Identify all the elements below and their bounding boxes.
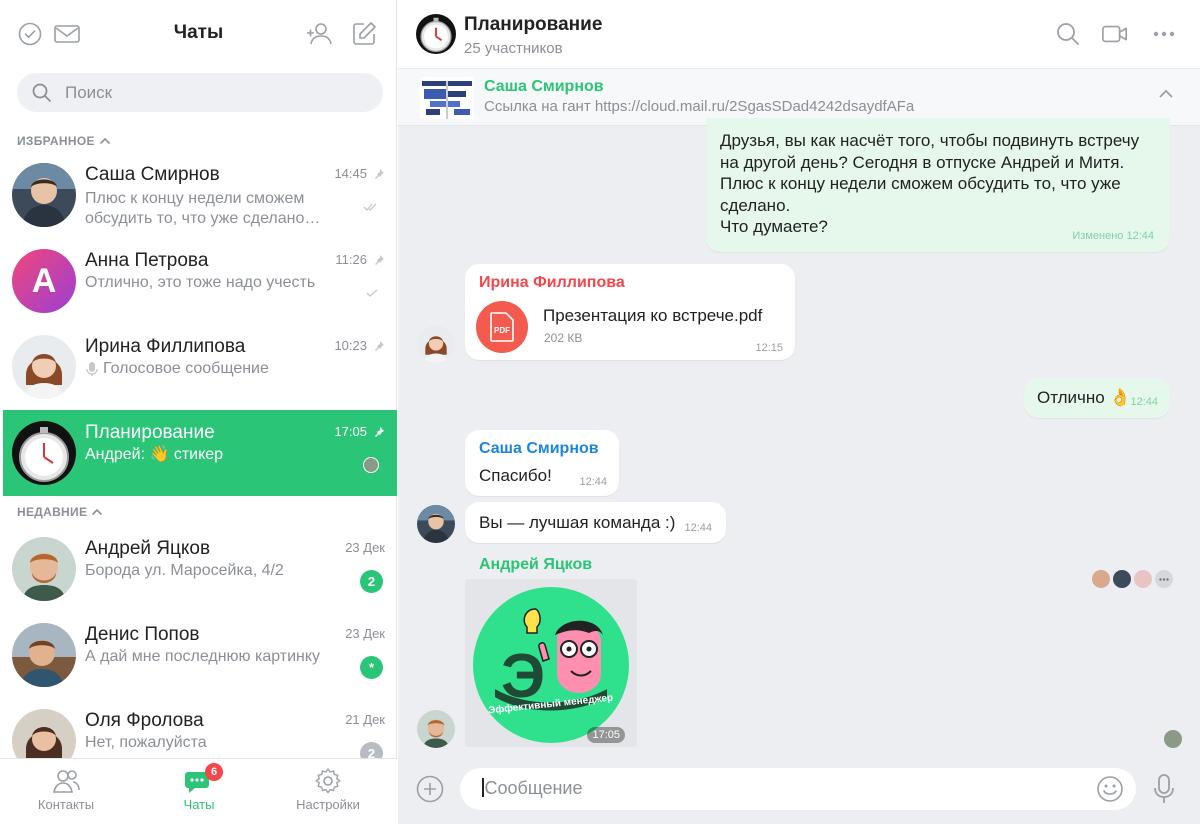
message-time: 12:15 — [755, 342, 783, 354]
plus-circle-icon — [416, 775, 444, 803]
sender-avatar[interactable] — [417, 505, 455, 543]
check-icon — [366, 289, 378, 297]
conversation-panel: Планирование 25 участников Саша Смирнов … — [398, 0, 1200, 824]
message-bubble-outgoing[interactable]: Отлично 👌 12:44 — [1024, 378, 1170, 418]
unread-badge: 2 — [360, 570, 383, 593]
message-author: Андрей Яцков — [479, 556, 593, 573]
pin-icon — [375, 340, 384, 351]
message-time: 12:44 — [684, 522, 712, 534]
sticker-message[interactable]: Э Эффективный менеджер 17:05 — [465, 579, 637, 747]
pin-icon — [375, 426, 384, 437]
pin-icon — [375, 254, 384, 265]
pinned-text: Ссылка на гант https://cloud.mail.ru/2Sg… — [484, 98, 915, 115]
add-contact-icon[interactable] — [305, 20, 333, 48]
file-size: 202 КВ — [544, 331, 583, 345]
message-input[interactable]: Сообщение — [460, 768, 1136, 810]
pinned-thumbnail — [420, 77, 474, 119]
chats-unread-badge: 6 — [205, 763, 223, 781]
chevron-up-icon — [92, 508, 103, 516]
reader-avatar — [1092, 570, 1110, 588]
reader-avatar — [363, 457, 379, 473]
search-icon[interactable] — [1054, 20, 1082, 48]
bottom-navigation: Контакты 6 Чаты Настройки — [0, 758, 397, 824]
compose-icon[interactable] — [350, 20, 378, 48]
nav-contacts[interactable]: Контакты — [0, 765, 132, 812]
mention-badge: * — [360, 656, 383, 679]
emoji-icon[interactable] — [1096, 775, 1124, 803]
avatar — [12, 421, 76, 485]
chat-item-andrey-yatskov[interactable]: Андрей Яцков 23 Дек Борода ул. Маросейка… — [3, 526, 397, 612]
more-readers-icon — [1155, 570, 1173, 588]
chat-item-anna-petrova[interactable]: А Анна Петрова 11:26 Отлично, это тоже н… — [3, 238, 397, 324]
gear-icon — [315, 768, 341, 794]
message-time: Изменено 12:44 — [1072, 230, 1154, 242]
avatar — [12, 163, 76, 227]
pinned-author: Саша Смирнов — [484, 78, 604, 95]
message-text: Отлично 👌 — [1037, 388, 1131, 407]
message-bubble-incoming[interactable]: Вы — лучшая команда :) 12:44 — [465, 502, 726, 543]
search-icon — [32, 83, 51, 102]
nav-chats[interactable]: 6 Чаты — [133, 763, 265, 812]
message-time: 12:44 — [1130, 396, 1158, 408]
message-time: 12:44 — [579, 476, 607, 488]
reader-avatar — [1113, 570, 1131, 588]
chat-item-irina-fillipova[interactable]: Ирина Филлипова 10:23 Голосовое сообщени… — [3, 324, 397, 410]
avatar: А — [12, 249, 76, 313]
microphone-icon — [1154, 774, 1174, 803]
microphone-icon — [86, 362, 98, 376]
recent-section-label[interactable]: НЕДАВНИЕ — [17, 505, 103, 519]
avatar — [12, 537, 76, 601]
chat-item-planirovanie[interactable]: Планирование 17:05 Андрей: 👋 стикер — [3, 410, 397, 496]
avatar — [12, 335, 76, 399]
svg-text:PDF: PDF — [494, 326, 510, 335]
sender-avatar[interactable] — [417, 710, 455, 748]
message-bubble-file[interactable]: Ирина Филлипова PDF Презентация ко встре… — [465, 264, 795, 360]
sticker-image: Э Эффективный менеджер — [473, 587, 629, 743]
read-receipts[interactable] — [1092, 570, 1173, 588]
file-name: Презентация ко встрече.pdf — [543, 306, 763, 325]
double-check-icon — [363, 203, 377, 211]
chat-item-sasha-smirnov[interactable]: Саша Смирнов 14:45 Плюс к концу недели с… — [3, 152, 397, 238]
chevron-up-icon — [99, 137, 110, 145]
sidebar-title: Чаты — [173, 22, 224, 43]
search-input[interactable]: Поиск — [17, 73, 383, 112]
message-bubble-outgoing[interactable]: Друзья, вы как насчёт того, чтобы подвин… — [706, 118, 1170, 252]
chat-list-panel: Чаты Поиск ИЗБРАННОЕ Саша Смирнов 14:45 … — [0, 0, 397, 824]
sender-avatar[interactable] — [417, 325, 455, 363]
chevron-up-icon[interactable] — [1158, 89, 1174, 99]
more-icon[interactable] — [1150, 20, 1178, 48]
conversation-header: Планирование 25 участников — [398, 0, 1200, 68]
message-author: Саша Смирнов — [479, 440, 599, 457]
sidebar-header: Чаты — [0, 0, 397, 66]
voice-message-button[interactable] — [1152, 773, 1176, 805]
search-placeholder: Поиск — [65, 83, 113, 102]
pdf-file-icon[interactable]: PDF — [476, 301, 528, 353]
pin-icon — [375, 168, 384, 179]
conversation-title[interactable]: Планирование — [464, 14, 602, 36]
participants-count: 25 участников — [464, 40, 563, 57]
avatar — [12, 623, 76, 687]
chat-item-denis-popov[interactable]: Денис Попов 23 Дек А дай мне последнюю к… — [3, 612, 397, 698]
group-avatar[interactable] — [416, 14, 456, 54]
nav-settings[interactable]: Настройки — [262, 765, 394, 812]
attach-button[interactable] — [416, 775, 444, 803]
favorites-section-label[interactable]: ИЗБРАННОЕ — [17, 134, 111, 148]
message-author: Ирина Филлипова — [479, 274, 625, 291]
message-bubble-incoming[interactable]: Саша Смирнов Спасибо! 12:44 — [465, 430, 619, 496]
message-text: Спасибо! — [479, 466, 552, 485]
message-time: 17:05 — [587, 727, 625, 743]
reader-avatar — [1134, 570, 1152, 588]
text-caret — [482, 778, 484, 797]
reader-avatar — [1164, 730, 1182, 748]
message-text: Вы — лучшая команда :) — [479, 513, 676, 532]
contacts-icon — [53, 770, 80, 793]
message-text: Друзья, вы как насчёт того, чтобы подвин… — [720, 131, 1140, 236]
video-call-icon[interactable] — [1101, 20, 1129, 48]
